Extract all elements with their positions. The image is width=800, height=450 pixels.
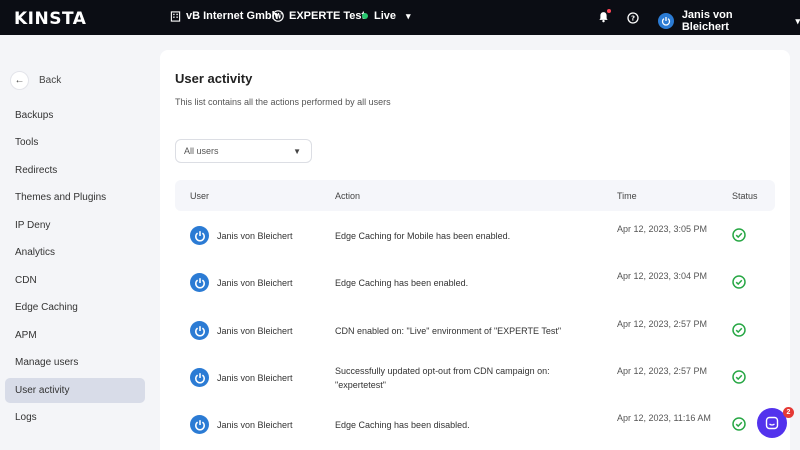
column-header-action: Action — [335, 191, 361, 201]
site-switcher[interactable]: W EXPERTE Test — [272, 10, 365, 22]
power-icon — [194, 372, 205, 383]
user-menu[interactable]: Janis von Bleichert ▾ — [658, 9, 800, 33]
row-time: Apr 12, 2023, 2:57 PM — [617, 319, 708, 329]
sidebar-item-logs[interactable]: Logs — [5, 405, 145, 430]
sidebar-item-themes-plugins[interactable]: Themes and Plugins — [5, 185, 145, 210]
chevron-down-icon: ▾ — [406, 10, 411, 21]
check-circle-icon — [732, 228, 746, 242]
environment-switcher[interactable]: Live ▾ — [362, 10, 411, 22]
kinsta-logo[interactable]: KINSTA — [14, 9, 86, 29]
environment-label: Live — [374, 10, 397, 22]
table-row: Janis von Bleichert Successfully updated… — [175, 355, 775, 402]
power-icon — [661, 17, 671, 26]
power-icon — [194, 325, 205, 336]
row-user-name: Janis von Bleichert — [217, 372, 293, 383]
row-time: Apr 12, 2023, 11:16 AM — [617, 413, 711, 423]
user-avatar — [190, 226, 209, 245]
svg-text:?: ? — [631, 15, 635, 23]
row-user-name: Janis von Bleichert — [217, 230, 293, 241]
user-filter-value: All users — [184, 146, 219, 156]
user-filter-select[interactable]: All users ▼ — [175, 139, 312, 163]
row-user-name: Janis von Bleichert — [217, 325, 293, 336]
row-user: Janis von Bleichert — [190, 368, 293, 387]
chevron-down-icon: ▼ — [293, 147, 301, 156]
chat-badge: 2 — [783, 407, 794, 418]
row-user: Janis von Bleichert — [190, 415, 293, 434]
user-name: Janis von Bleichert — [681, 9, 733, 33]
site-name: EXPERTE Test — [289, 10, 366, 22]
user-avatar — [190, 415, 209, 434]
notifications-button[interactable] — [598, 9, 611, 28]
sidebar-item-cdn[interactable]: CDN — [5, 268, 145, 293]
table-row: Janis von Bleichert Edge Caching has bee… — [175, 260, 775, 307]
sidebar-item-backups[interactable]: Backups — [5, 103, 145, 128]
column-header-time: Time — [617, 191, 637, 201]
row-time: Apr 12, 2023, 3:04 PM — [617, 271, 708, 281]
sidebar-item-user-activity[interactable]: User activity — [5, 378, 145, 403]
row-time: Apr 12, 2023, 3:05 PM — [617, 224, 708, 234]
row-status — [732, 228, 746, 247]
table-row: Janis von Bleichert Edge Caching for Mob… — [175, 213, 775, 260]
row-user: Janis von Bleichert — [190, 273, 293, 292]
chevron-down-icon: ▾ — [795, 15, 800, 26]
row-user-name: Janis von Bleichert — [217, 277, 293, 288]
user-avatar — [190, 321, 209, 340]
sidebar: ← Back Backups Tools Redirects Themes an… — [0, 35, 150, 450]
arrow-left-icon: ← — [10, 71, 29, 90]
row-user: Janis von Bleichert — [190, 321, 293, 340]
sidebar-item-ip-deny[interactable]: IP Deny — [5, 213, 145, 238]
row-time: Apr 12, 2023, 2:57 PM — [617, 366, 708, 376]
column-header-user: User — [190, 191, 210, 201]
help-icon: ? — [627, 12, 639, 24]
column-header-status: Status — [732, 191, 758, 201]
wordpress-icon: W — [272, 10, 284, 22]
top-bar: KINSTA vB Internet Gmbh W EXPERTE Test L… — [0, 0, 800, 35]
row-status — [732, 323, 746, 342]
sidebar-item-apm[interactable]: APM — [5, 323, 145, 348]
user-avatar — [190, 273, 209, 292]
check-circle-icon — [732, 370, 746, 384]
back-link[interactable]: ← Back — [10, 71, 61, 90]
row-action: Edge Caching for Mobile has been enabled… — [335, 231, 511, 241]
user-avatar — [190, 368, 209, 387]
notification-dot — [607, 9, 611, 13]
back-label: Back — [39, 75, 62, 86]
row-status — [732, 417, 746, 436]
page-subtitle: This list contains all the actions perfo… — [175, 97, 391, 107]
row-action: Edge Caching has been enabled. — [335, 278, 469, 288]
user-activity-panel: User activity This list contains all the… — [160, 50, 790, 450]
help-button[interactable]: ? — [627, 11, 639, 29]
row-status — [732, 275, 746, 294]
table-header: User Action Time Status — [175, 180, 775, 211]
svg-text:W: W — [273, 12, 282, 21]
check-circle-icon — [732, 323, 746, 337]
check-circle-icon — [732, 417, 746, 431]
sidebar-item-tools[interactable]: Tools — [5, 130, 145, 155]
row-action: Successfully updated opt-out from CDN ca… — [335, 366, 550, 390]
page-title: User activity — [175, 71, 253, 86]
check-circle-icon — [732, 275, 746, 289]
sidebar-item-manage-users[interactable]: Manage users — [5, 350, 145, 375]
row-action: Edge Caching has been disabled. — [335, 420, 470, 430]
row-user-name: Janis von Bleichert — [217, 419, 293, 430]
row-user: Janis von Bleichert — [190, 226, 293, 245]
company-icon — [170, 10, 181, 22]
chat-icon — [765, 416, 779, 430]
live-status-dot — [362, 13, 368, 19]
company-name: vB Internet Gmbh — [186, 10, 279, 22]
power-icon — [194, 419, 205, 430]
sidebar-item-edge-caching[interactable]: Edge Caching — [5, 295, 145, 320]
row-status — [732, 370, 746, 389]
company-switcher[interactable]: vB Internet Gmbh — [170, 10, 278, 22]
user-avatar — [658, 13, 674, 29]
table-row: Janis von Bleichert CDN enabled on: "Liv… — [175, 308, 775, 355]
sidebar-item-redirects[interactable]: Redirects — [5, 158, 145, 183]
power-icon — [194, 230, 205, 241]
row-action: CDN enabled on: "Live" environment of "E… — [335, 326, 562, 336]
table-row: Janis von Bleichert Edge Caching has bee… — [175, 402, 775, 449]
sidebar-item-analytics[interactable]: Analytics — [5, 240, 145, 265]
power-icon — [194, 277, 205, 288]
